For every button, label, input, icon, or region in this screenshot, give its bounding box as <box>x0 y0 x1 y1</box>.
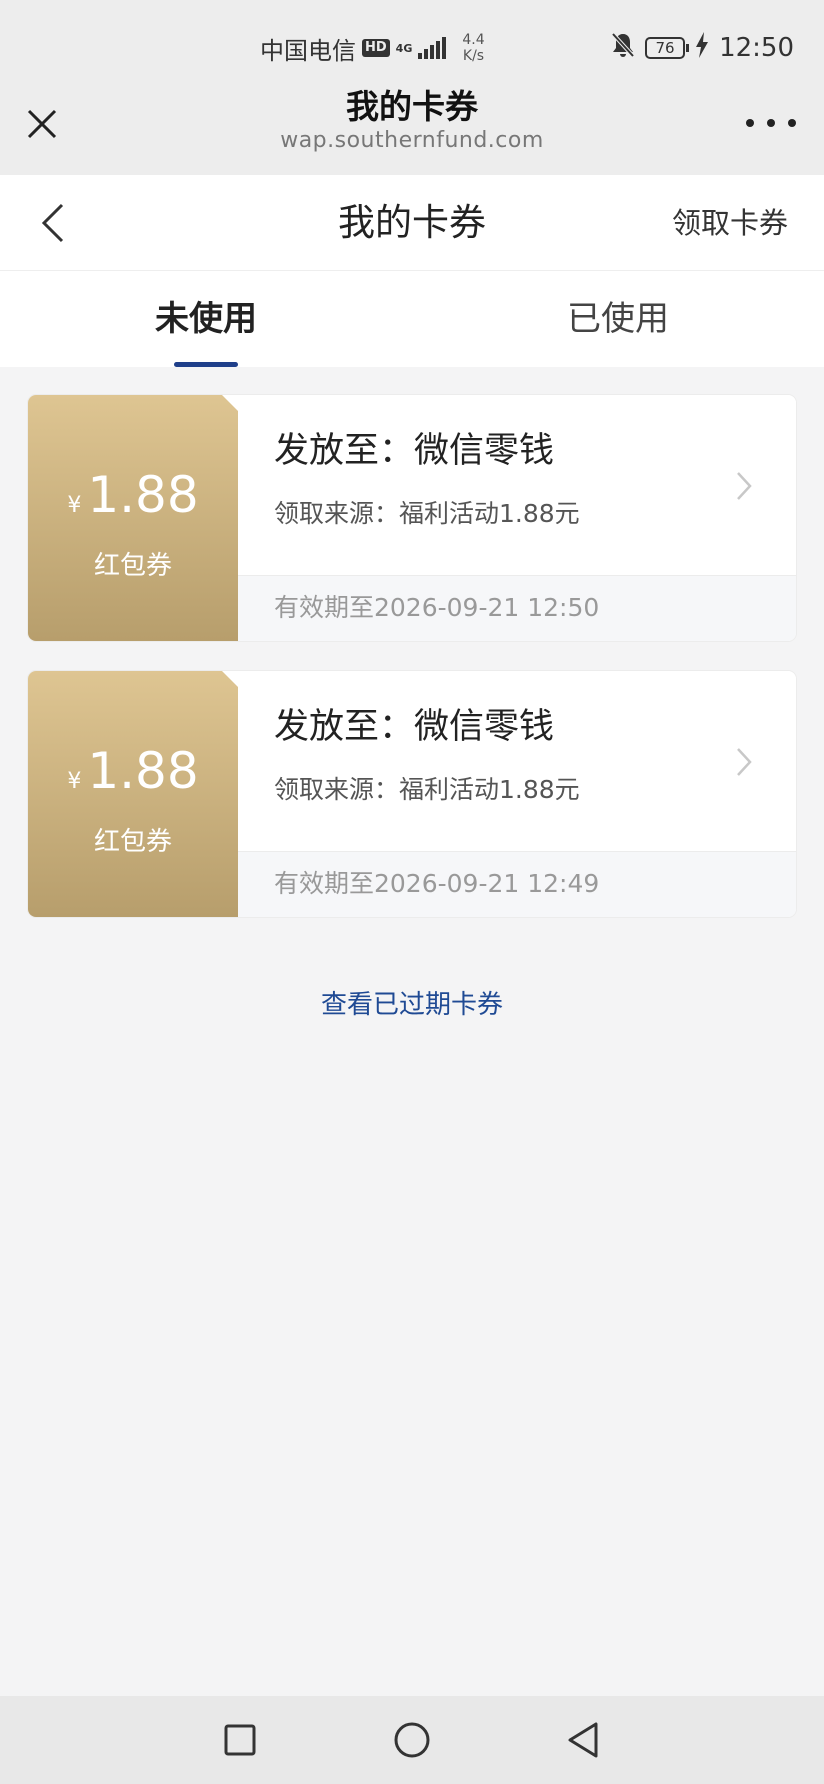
page-header: 我的卡券 领取卡券 <box>0 175 824 271</box>
claim-coupon-link[interactable]: 领取卡券 <box>672 203 788 243</box>
expired-coupons-row: 查看已过期卡券 <box>0 985 824 1025</box>
coupon-value-panel: ¥1.88 红包券 <box>28 395 238 641</box>
hd-badge: HD <box>362 39 390 57</box>
system-nav-bar <box>0 1696 824 1784</box>
currency-symbol: ¥ <box>67 769 82 794</box>
chevron-right-icon <box>734 469 754 503</box>
coupon-type: 红包券 <box>93 551 172 581</box>
tab-unused[interactable]: 未使用 <box>0 271 412 367</box>
coupon-expiry-bar: 有效期至2026-09-21 12:50 <box>238 575 796 641</box>
coupon-value-panel: ¥1.88 红包券 <box>28 671 238 917</box>
coupon-expiry: 有效期至2026-09-21 12:49 <box>274 869 600 898</box>
coupon-tabs: 未使用 已使用 <box>0 271 824 367</box>
browser-url: wap.southernfund.com <box>280 128 544 153</box>
more-options-icon[interactable] <box>746 108 796 138</box>
clock-time: 12:50 <box>719 33 794 63</box>
chevron-right-icon <box>734 745 754 779</box>
speed-unit: K/s <box>462 48 485 64</box>
status-right-group: 76 12:50 <box>611 28 794 68</box>
recent-apps-square-icon[interactable] <box>218 1718 262 1762</box>
coupon-amount: 1.88 <box>87 742 199 800</box>
coupon-expiry: 有效期至2026-09-21 12:50 <box>274 593 600 622</box>
battery-level: 76 <box>655 39 675 57</box>
signal-icon <box>418 37 447 59</box>
coupon-card[interactable]: ¥1.88 红包券 发放至：微信零钱 领取来源：福利活动1.88元 有效期至20… <box>28 395 796 641</box>
tab-used[interactable]: 已使用 <box>412 271 824 367</box>
charging-icon <box>695 31 709 65</box>
coupon-source: 领取来源：福利活动1.88元 <box>274 775 580 804</box>
coupon-target: 发放至：微信零钱 <box>274 707 555 747</box>
mute-bell-icon <box>611 32 635 65</box>
browser-title-group: 我的卡券 wap.southernfund.com <box>0 88 824 156</box>
status-bar: 中国电信 HD 4G 4.4 K/s 76 12:50 <box>0 0 824 92</box>
network-speed: 4.4 K/s <box>462 32 484 64</box>
coupon-source: 领取来源：福利活动1.88元 <box>274 499 580 528</box>
home-circle-icon[interactable] <box>390 1718 434 1762</box>
network-type: 4G <box>395 41 413 55</box>
back-triangle-icon[interactable] <box>562 1718 606 1762</box>
currency-symbol: ¥ <box>67 493 82 518</box>
coupon-info: 发放至：微信零钱 领取来源：福利活动1.88元 <box>238 671 796 851</box>
speed-value: 4.4 <box>462 32 485 48</box>
view-expired-coupons-link[interactable]: 查看已过期卡券 <box>321 990 503 1020</box>
coupon-type: 红包券 <box>93 827 172 857</box>
carrier-name: 中国电信 <box>260 36 356 65</box>
browser-title: 我的卡券 <box>346 87 478 126</box>
coupon-target: 发放至：微信零钱 <box>274 431 555 471</box>
browser-title-bar: 我的卡券 wap.southernfund.com <box>0 88 824 175</box>
status-network-group: 中国电信 HD 4G 4.4 K/s <box>260 28 485 68</box>
coupon-card[interactable]: ¥1.88 红包券 发放至：微信零钱 领取来源：福利活动1.88元 有效期至20… <box>28 671 796 917</box>
coupon-info: 发放至：微信零钱 领取来源：福利活动1.88元 <box>238 395 796 575</box>
coupon-amount: 1.88 <box>87 466 199 524</box>
battery-icon: 76 <box>645 37 690 59</box>
coupon-expiry-bar: 有效期至2026-09-21 12:49 <box>238 851 796 917</box>
